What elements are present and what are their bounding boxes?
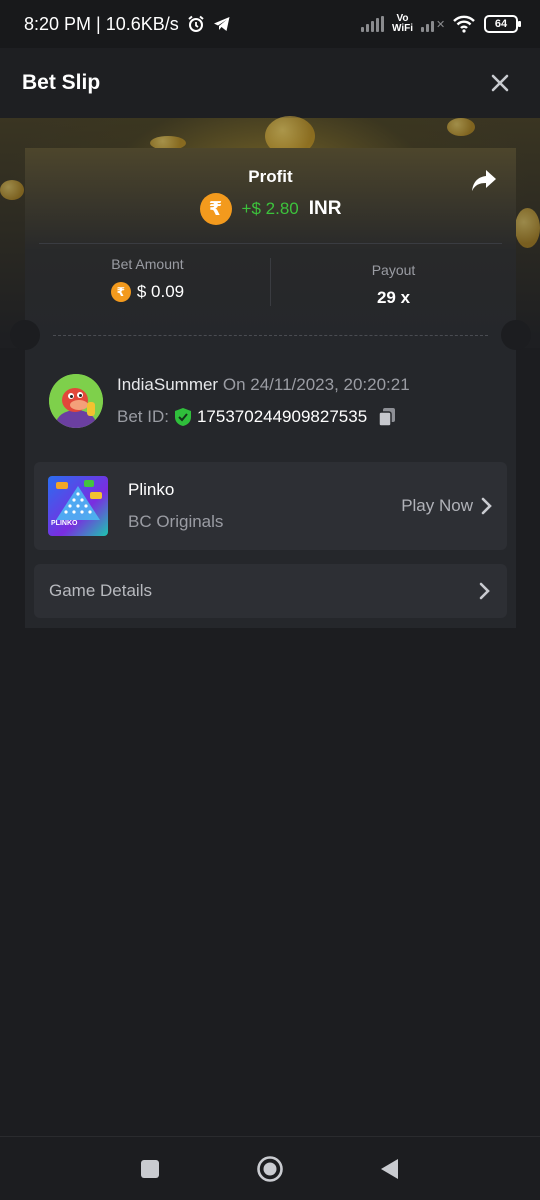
bet-amount-stat: Bet Amount ₹ $ 0.09 [25, 256, 270, 302]
user-info: IndiaSummer On 24/11/2023, 20:20:21 Bet … [49, 374, 410, 428]
game-provider: BC Originals [128, 512, 224, 531]
chevron-right-icon [479, 582, 490, 600]
coin-decoration [515, 208, 540, 248]
user-line: IndiaSummer On 24/11/2023, 20:20:21 [117, 375, 410, 395]
avatar[interactable] [49, 374, 103, 428]
cell-signal-2-icon: ✕ [421, 16, 445, 32]
battery-level: 64 [494, 18, 508, 30]
payout-label: Payout [371, 262, 416, 278]
square-icon [141, 1159, 159, 1178]
status-left: 8:20 PM | 10.6KB/s [24, 14, 231, 35]
system-nav-bar [0, 1136, 540, 1200]
profit-value: +$ 2.80 [241, 199, 299, 218]
rupee-coin-icon: ₹ [199, 193, 232, 225]
game-details-row[interactable]: Game Details [34, 564, 507, 618]
bet-date: On 24/11/2023, 20:20:21 [222, 375, 410, 394]
play-now-label: Play Now [401, 496, 473, 515]
bet-amount-label: Bet Amount [111, 256, 184, 272]
telegram-icon [213, 17, 230, 31]
chevron-right-icon [481, 497, 492, 515]
bet-slip-card: Profit ₹ +$ 2.80 INR Bet Amount ₹ $ 0.09… [10, 148, 531, 628]
payout-stat: Payout 29 x [271, 262, 516, 308]
divider [39, 243, 502, 244]
share-button[interactable] [470, 168, 498, 194]
ticket-notch-right [501, 320, 531, 350]
profit-row: ₹ +$ 2.80 INR [25, 193, 516, 225]
copy-button[interactable] [377, 407, 397, 427]
status-time-speed: 8:20 PM | 10.6KB/s [24, 13, 179, 34]
payout-value: 29 x [376, 288, 411, 307]
game-thumb-text: PLINKO [51, 520, 78, 527]
vowifi-bottom: WiFi [391, 23, 413, 34]
ticket-notch-left [10, 320, 40, 350]
coin-decoration [0, 180, 24, 200]
plinko-board-icon [56, 480, 102, 520]
status-right: Vo WiFi ✕ 64 [360, 14, 521, 34]
home-button[interactable] [255, 1154, 285, 1184]
back-button[interactable] [375, 1154, 405, 1184]
bet-amount-value-row: ₹ $ 0.09 [25, 282, 270, 302]
rupee-coin-small-icon: ₹ [110, 282, 131, 302]
status-bar: 8:20 PM | 10.6KB/s Vo WiFi ✕ 64 [0, 0, 540, 48]
profit-currency: INR [308, 198, 342, 219]
bet-id-value: 175370244909827535 [196, 407, 368, 426]
copy-icon [378, 408, 396, 427]
play-now-button[interactable]: Play Now [401, 496, 493, 516]
battery-icon: 64 [484, 15, 521, 33]
avatar-dino-icon [49, 374, 103, 428]
bet-amount-value: $ 0.09 [136, 282, 185, 301]
share-icon [472, 170, 496, 191]
alarm-icon [188, 15, 204, 32]
close-icon [491, 74, 509, 92]
verified-shield-icon [174, 408, 191, 426]
profit-label: Profit [248, 167, 293, 186]
wifi-icon [453, 15, 475, 33]
header: Bet Slip [0, 48, 540, 118]
game-text: Plinko BC Originals [128, 480, 223, 532]
bet-id-row: Bet ID: 175370244909827535 [117, 407, 410, 427]
game-details-label: Game Details [49, 581, 152, 600]
close-button[interactable] [486, 69, 514, 97]
dashed-divider [53, 335, 488, 336]
home-circle-icon [257, 1155, 283, 1182]
game-card[interactable]: PLINKO Plinko BC Originals Play Now [34, 462, 507, 550]
back-triangle-icon [381, 1158, 398, 1179]
recents-button[interactable] [135, 1154, 165, 1184]
page-title: Bet Slip [22, 71, 101, 94]
coin-decoration [447, 118, 475, 136]
bet-id-label: Bet ID: [117, 407, 169, 426]
username[interactable]: IndiaSummer [117, 375, 218, 394]
user-text: IndiaSummer On 24/11/2023, 20:20:21 Bet … [117, 375, 410, 427]
game-name: Plinko [128, 480, 175, 499]
game-thumbnail: PLINKO [48, 476, 108, 536]
vowifi-label: Vo WiFi [392, 14, 413, 34]
cell-signal-icon [360, 16, 384, 32]
